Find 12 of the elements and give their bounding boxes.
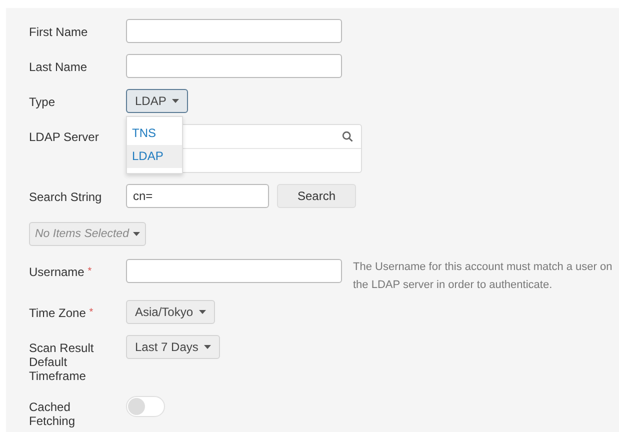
field-label: First Name bbox=[29, 25, 88, 39]
field-label: Search String bbox=[29, 190, 102, 204]
field-label: Username bbox=[29, 265, 84, 279]
field-label: Scan Result Default Timeframe bbox=[29, 341, 94, 383]
help-text: The Username for this account must match a user on the LDAP server in order to authenticate. bbox=[352, 260, 614, 293]
field-label: Time Zone bbox=[29, 306, 86, 320]
required-marker: * bbox=[89, 307, 94, 318]
field-label: Type bbox=[29, 95, 56, 109]
field-label: Cached Fetching bbox=[29, 400, 76, 428]
field-label: Last Name bbox=[29, 60, 88, 74]
field-label: LDAP Server bbox=[29, 130, 99, 144]
required-marker: * bbox=[88, 266, 92, 277]
